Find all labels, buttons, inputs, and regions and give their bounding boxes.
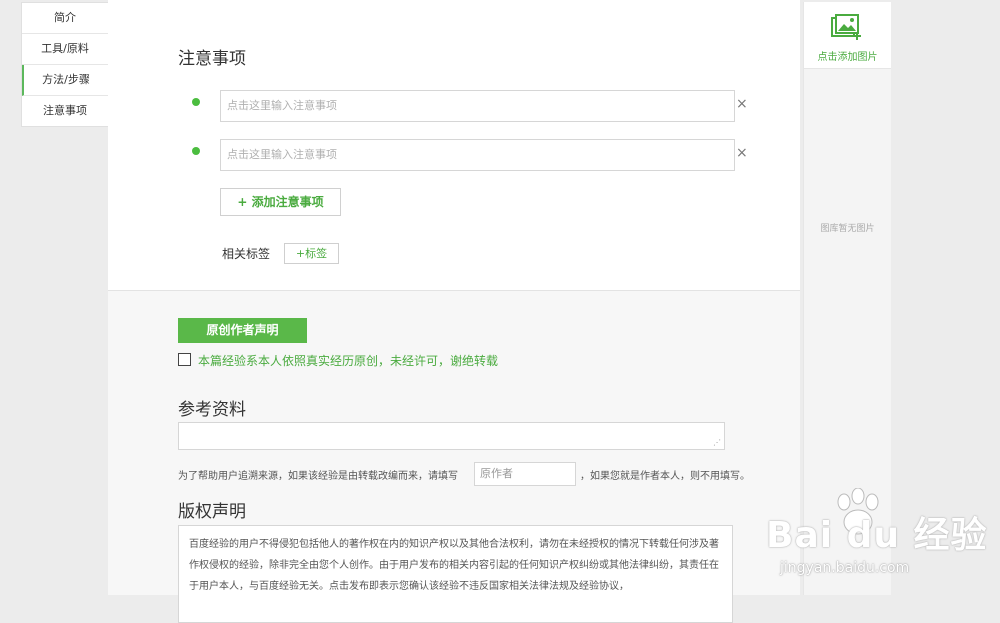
notes-section: 注意事项 × × + 添加注意事项 相关标签 +标签 bbox=[108, 0, 800, 291]
left-nav: 简介 工具/原料 方法/步骤 注意事项 bbox=[21, 2, 109, 127]
close-icon[interactable]: × bbox=[736, 143, 748, 163]
note-row: × bbox=[108, 139, 800, 171]
original-checkbox[interactable] bbox=[178, 353, 191, 366]
original-checkbox-label[interactable]: 本篇经验系本人依照真实经历原创，未经许可，谢绝转载 bbox=[198, 352, 498, 369]
original-author-input[interactable] bbox=[474, 462, 576, 486]
source-hint-text-after: ，如果您就是作者本人，则不用填写。 bbox=[580, 471, 750, 482]
notes-title: 注意事项 bbox=[178, 49, 246, 69]
reference-title: 参考资料 bbox=[178, 400, 246, 420]
nav-item-steps[interactable]: 方法/步骤 bbox=[22, 65, 108, 96]
tags-label: 相关标签 bbox=[222, 247, 271, 261]
bullet-dot-icon bbox=[192, 98, 200, 106]
note-input-2[interactable] bbox=[220, 139, 735, 171]
bullet-dot-icon bbox=[192, 147, 200, 155]
add-image-label: 点击添加图片 bbox=[817, 52, 878, 63]
original-author-button[interactable]: 原创作者声明 bbox=[178, 318, 307, 343]
add-image-button[interactable]: 点击添加图片 bbox=[804, 2, 891, 69]
close-icon[interactable]: × bbox=[736, 94, 748, 114]
watermark-url: jingyan.baidu.com bbox=[780, 560, 910, 576]
add-image-icon bbox=[831, 14, 861, 40]
reference-textarea[interactable]: ⋰ bbox=[178, 422, 725, 450]
add-tag-button[interactable]: +标签 bbox=[284, 243, 339, 264]
add-note-button[interactable]: + 添加注意事项 bbox=[220, 188, 341, 216]
editor-main: 注意事项 × × + 添加注意事项 相关标签 +标签 原创作者声明 本篇经验系本… bbox=[108, 0, 800, 623]
nav-item-tools[interactable]: 工具/原料 bbox=[22, 34, 108, 65]
copyright-title: 版权声明 bbox=[178, 502, 246, 522]
nav-item-notes[interactable]: 注意事项 bbox=[22, 96, 108, 126]
copyright-text: 百度经验的用户不得侵犯包括他人的著作权在内的知识产权以及其他合法权利，请勿在未经… bbox=[178, 525, 733, 623]
note-input-1[interactable] bbox=[220, 90, 735, 122]
source-hint-text: 为了帮助用户追溯来源，如果该经验是由转载改编而来，请填写 bbox=[178, 471, 458, 482]
note-row: × bbox=[108, 90, 800, 122]
resize-handle-icon[interactable]: ⋰ bbox=[713, 439, 721, 447]
no-image-text: 图库暂无图片 bbox=[820, 224, 875, 234]
nav-item-intro[interactable]: 简介 bbox=[22, 3, 108, 34]
watermark-brand: Bai du 经验 bbox=[766, 515, 988, 556]
baidu-watermark: Bai du 经验 jingyan.baidu.com bbox=[766, 488, 1000, 595]
